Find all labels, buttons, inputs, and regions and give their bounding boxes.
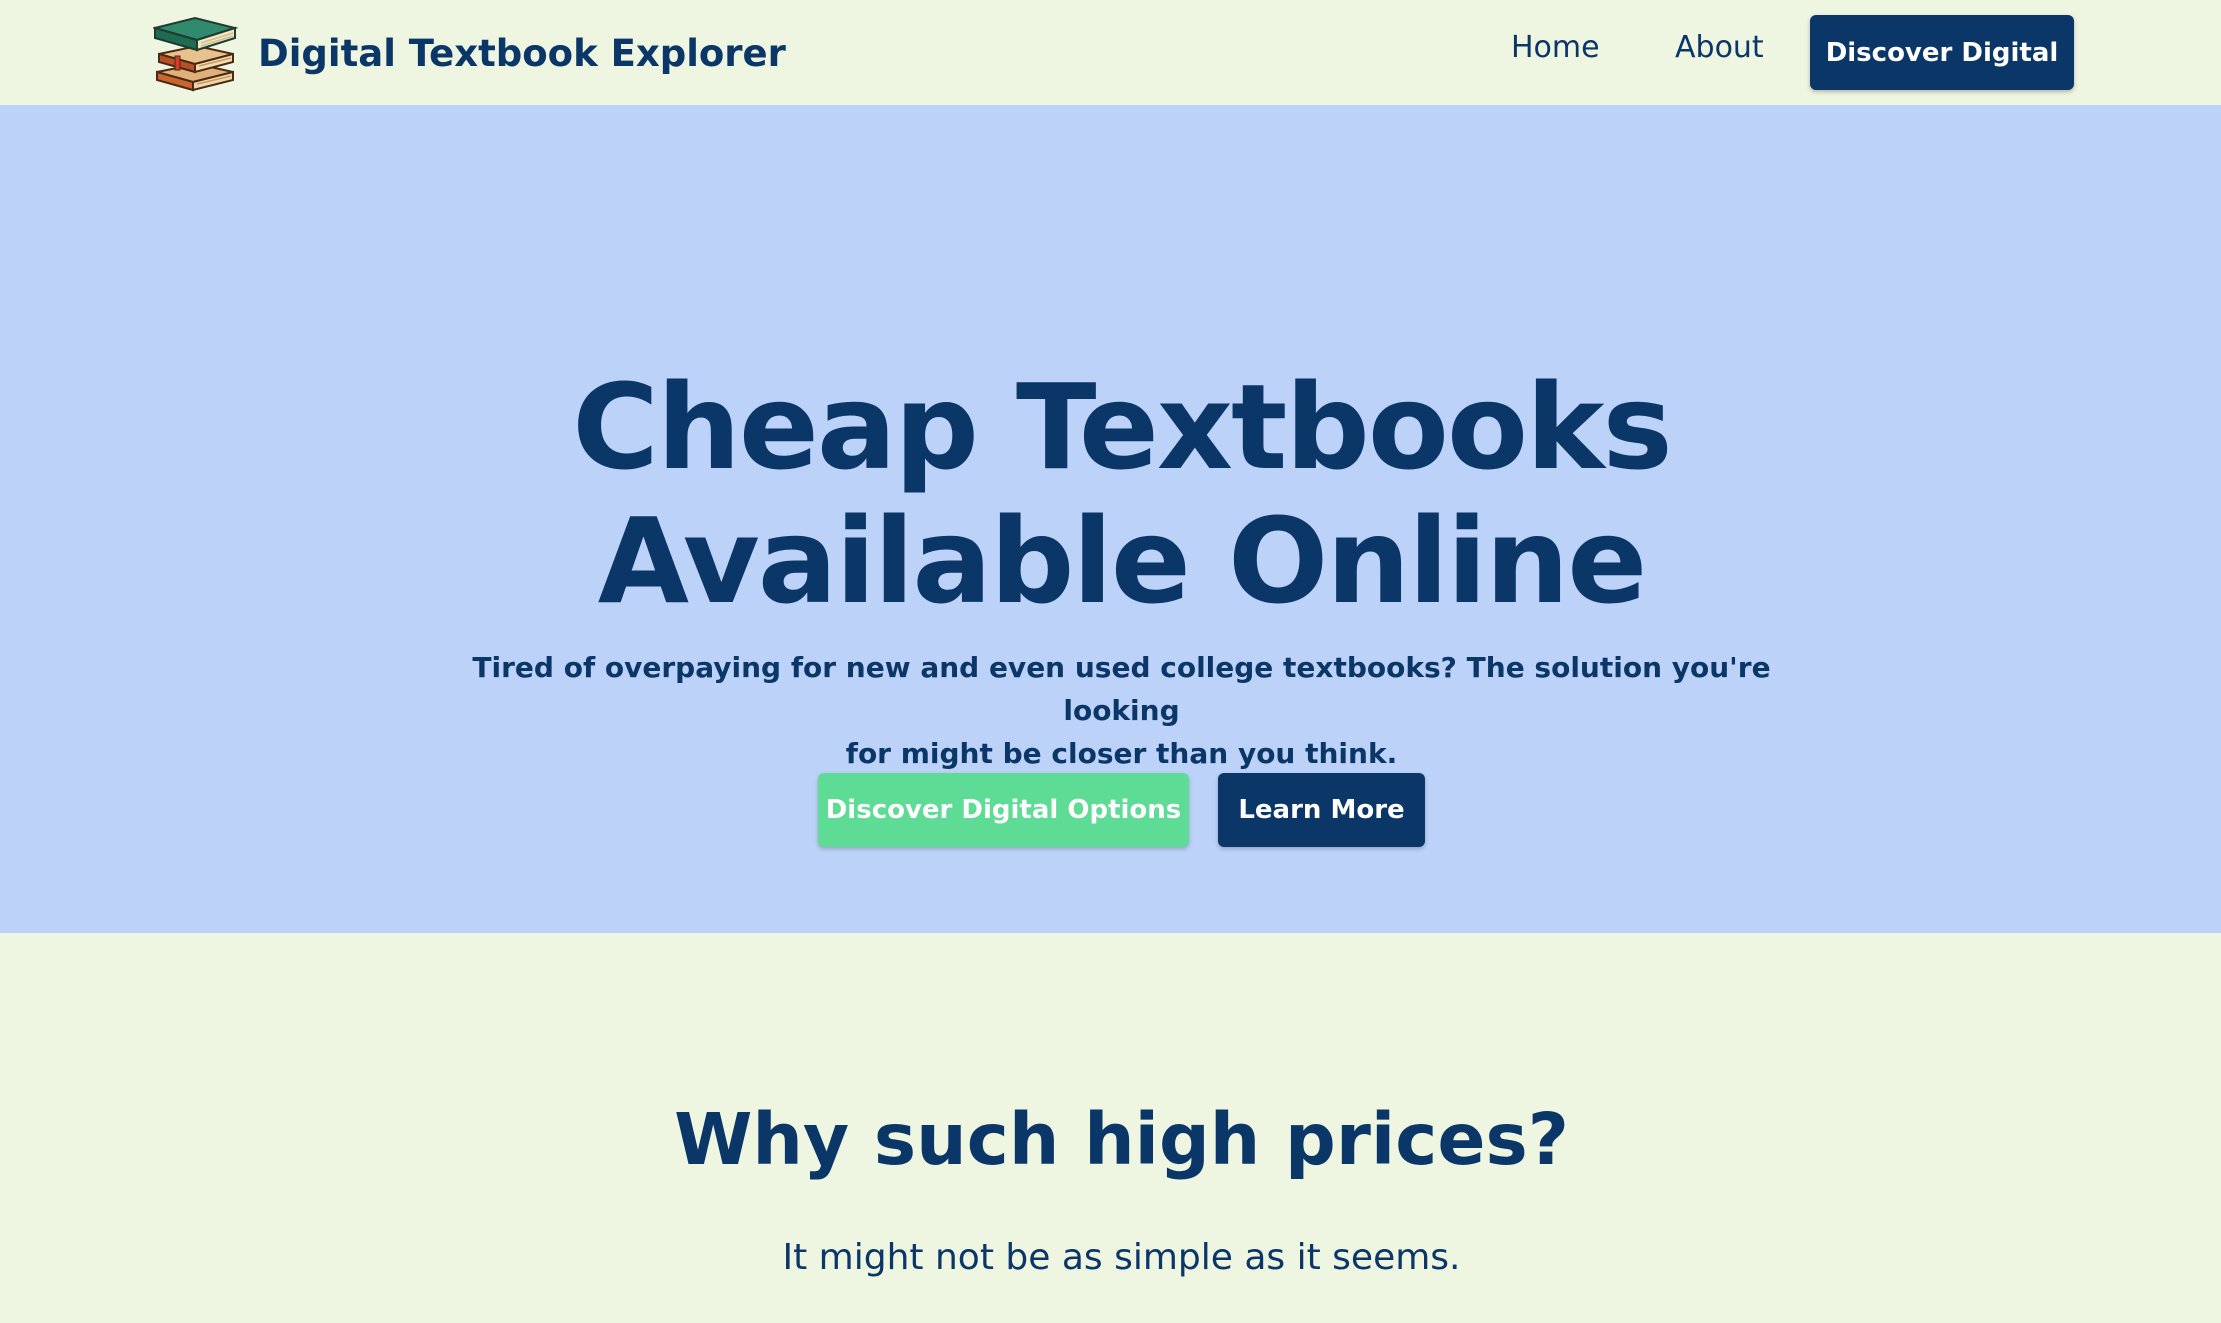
stacked-books-icon <box>153 16 238 92</box>
hero-subtitle: Tired of overpaying for new and even use… <box>470 646 1773 775</box>
nav-link-home[interactable]: Home <box>1511 30 1600 65</box>
brand-title: Digital Textbook Explorer <box>258 31 786 75</box>
navbar: Digital Textbook Explorer Home About Dis… <box>0 0 2221 105</box>
discover-digital-options-button[interactable]: Discover Digital Options <box>818 773 1189 847</box>
hero-title-line-1: Cheap Textbooks <box>572 358 1672 496</box>
discover-digital-nav-button[interactable]: Discover Digital <box>1810 15 2074 90</box>
learn-more-button[interactable]: Learn More <box>1218 773 1425 847</box>
brand-link[interactable]: Digital Textbook Explorer <box>153 14 786 92</box>
section-title: Why such high prices? <box>674 1098 1569 1181</box>
hero-subtitle-line-2: for might be closer than you think. <box>845 737 1398 770</box>
hero-subtitle-line-1: Tired of overpaying for new and even use… <box>472 651 1771 727</box>
hero-title: Cheap Textbooks Available Online <box>0 360 2221 628</box>
hero-section: Cheap Textbooks Available Online Tired o… <box>0 105 2221 933</box>
section-subtitle: It might not be as simple as it seems. <box>782 1237 1461 1278</box>
hero-title-line-2: Available Online <box>597 492 1647 630</box>
nav-link-about[interactable]: About <box>1675 30 1764 65</box>
